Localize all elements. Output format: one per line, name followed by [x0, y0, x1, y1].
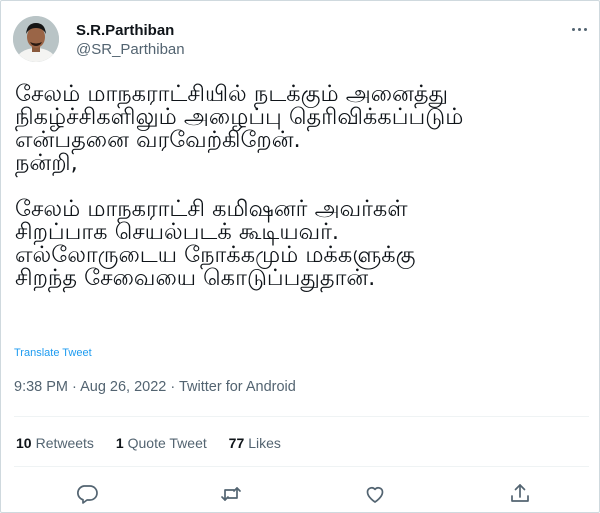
retweet-icon[interactable] — [219, 482, 243, 506]
reply-icon[interactable] — [75, 482, 99, 506]
likes-stat[interactable]: 77 Likes — [229, 435, 281, 451]
retweets-stat[interactable]: 10 Retweets — [16, 435, 94, 451]
tweet-timestamp[interactable]: 9:38 PM · Aug 26, 2022 · Twitter for And… — [14, 379, 296, 395]
share-icon[interactable] — [508, 482, 532, 506]
avatar-image — [13, 16, 59, 62]
quote-tweets-stat[interactable]: 1 Quote Tweet — [116, 435, 207, 451]
tweet-text: சேலம் மாநகராட்சியில் நடக்கும் அனைத்து நி… — [15, 81, 464, 291]
author-name[interactable]: S.R.Parthiban — [76, 22, 174, 39]
divider — [14, 466, 589, 467]
tweet-card: S.R.Parthiban @SR_Parthiban சேலம் மாநகரா… — [0, 0, 600, 513]
retweets-label: Retweets — [35, 435, 94, 451]
author-handle[interactable]: @SR_Parthiban — [76, 41, 185, 58]
translate-tweet-link[interactable]: Translate Tweet — [14, 347, 92, 359]
engagement-stats: 10 Retweets 1 Quote Tweet 77 Likes — [16, 435, 299, 451]
more-horizontal-icon[interactable] — [570, 25, 590, 35]
retweets-count: 10 — [16, 435, 32, 451]
quote-tweets-label: Quote Tweet — [127, 435, 207, 451]
likes-count: 77 — [228, 435, 245, 451]
avatar[interactable] — [13, 16, 59, 62]
quote-tweets-count: 1 — [115, 435, 124, 451]
likes-label: Likes — [248, 435, 281, 451]
divider — [14, 416, 589, 417]
heart-icon[interactable] — [363, 482, 387, 506]
